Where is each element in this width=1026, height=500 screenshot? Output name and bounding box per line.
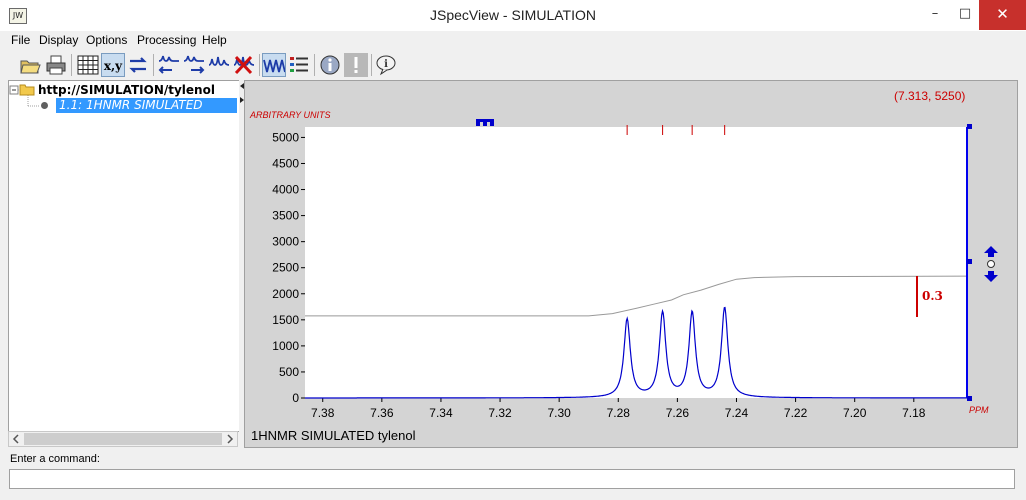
spectrum-icon (263, 59, 286, 73)
peak-marks (626, 125, 726, 135)
coordinates-button[interactable]: x,y (101, 53, 125, 77)
svg-text:i: i (384, 59, 388, 70)
menu-help[interactable]: Help (202, 33, 227, 47)
x-tick-label: 7.38 (311, 406, 335, 420)
menu-display[interactable]: Display (39, 33, 78, 47)
y-tick-label: 3500 (272, 209, 299, 223)
exclamation-icon (354, 57, 358, 73)
spectrum-series (305, 275, 968, 399)
scroll-right-icon[interactable] (226, 434, 234, 444)
toolbar-separator (153, 54, 154, 76)
y-tick-label: 0 (292, 391, 299, 405)
x-tick-label: 7.32 (488, 406, 512, 420)
print-icon (46, 55, 66, 75)
toolbar-separator (314, 54, 315, 76)
split-icon (183, 55, 205, 74)
spectrum-peak (661, 312, 664, 315)
scrollbar-thumb[interactable] (24, 433, 222, 445)
x-tick-label: 7.34 (429, 406, 453, 420)
folder-icon (19, 84, 35, 96)
list-button[interactable] (287, 53, 311, 77)
scale-up-icon[interactable] (984, 246, 998, 257)
nmr-chart[interactable]: 0 500 1000 1500 2000 2500 3000 3500 4000 4500 5000… (244, 80, 1018, 448)
scale-reset-icon[interactable] (987, 260, 995, 268)
y-tick-label: 3000 (272, 235, 299, 249)
zoom-handle-mid[interactable] (967, 259, 972, 264)
open-button[interactable] (18, 53, 42, 77)
x-tick-label: 7.28 (607, 406, 631, 420)
menu-file[interactable]: File (11, 33, 30, 47)
spectrum-line (305, 306, 967, 399)
x-tick-label: 7.36 (370, 406, 394, 420)
spectrum-peak (723, 307, 726, 310)
x-tick-label: 7.30 (547, 406, 571, 420)
spectrum-peak (626, 319, 628, 321)
y-axis-ticks: 0 500 1000 1500 2000 2500 3000 3500 4000 4500 5000 (272, 130, 305, 405)
print-button[interactable] (44, 53, 68, 77)
spectrum-button[interactable] (262, 53, 286, 77)
coordinates-icon: x,y (104, 59, 123, 73)
zoom-handle-top[interactable] (967, 124, 972, 129)
reverse-button[interactable] (126, 53, 150, 77)
y-tick-label: 500 (279, 365, 299, 379)
toolbar-separator (71, 54, 72, 76)
menu-processing[interactable]: Processing (137, 33, 196, 47)
integrate-button[interactable] (207, 53, 231, 77)
peak-pick-icon[interactable] (476, 119, 494, 126)
tree-root[interactable]: http://SIMULATION/tylenol (38, 83, 215, 97)
zoom-handle-bottom[interactable] (967, 396, 972, 401)
y-tick-label: 4500 (272, 156, 299, 170)
overlay-button[interactable] (157, 53, 181, 77)
warning-button[interactable] (344, 53, 368, 77)
integrate-icon (208, 56, 230, 66)
command-input[interactable] (9, 469, 1015, 489)
split-button[interactable] (182, 53, 206, 77)
open-icon (20, 60, 41, 74)
scale-down-icon[interactable] (984, 271, 998, 282)
x-tick-label: 7.22 (784, 406, 808, 420)
delete-icon (233, 55, 255, 75)
command-label: Enter a command: (10, 453, 100, 465)
y-tick-label: 1000 (272, 339, 299, 353)
list-icon (290, 57, 308, 72)
overlay-icon (158, 55, 179, 74)
info-button[interactable] (318, 53, 342, 77)
close-button[interactable]: ✕ (979, 0, 1026, 30)
x-tick-label: 7.18 (902, 406, 926, 420)
minimize-button[interactable]: – (918, 0, 952, 30)
y-tick-label: 2500 (272, 261, 299, 275)
spectra-tree[interactable] (8, 80, 240, 432)
x-tick-label: 7.26 (666, 406, 690, 420)
reverse-icon (129, 57, 147, 73)
grid-icon (77, 55, 99, 75)
info-icon (320, 55, 340, 75)
toolbar-separator (259, 54, 260, 76)
tree-item-spectrum[interactable]: 1.1: 1HNMR SIMULATED tylenol (56, 98, 237, 127)
x-axis-ticks: 7.38 7.36 7.34 7.32 7.30 7.28 7.26 7.24 7.22 7.20… (311, 398, 926, 420)
menu-options[interactable]: Options (86, 33, 127, 47)
scroll-left-icon[interactable] (12, 434, 20, 444)
x-tick-label: 7.20 (843, 406, 867, 420)
spectrum-peak (691, 312, 693, 315)
y-tick-label: 4000 (272, 183, 299, 197)
help-icon: i (376, 55, 396, 76)
toolbar-separator (371, 54, 372, 76)
integral-curve (305, 275, 968, 317)
window-title: JSpecView - SIMULATION (430, 7, 596, 23)
leaf-dot-icon (41, 102, 48, 109)
coordinates-label: x,y (104, 59, 123, 73)
delete-integration-button[interactable] (232, 53, 256, 77)
y-tick-label: 2000 (272, 287, 299, 301)
y-tick-label: 5000 (272, 130, 299, 144)
grid-button[interactable] (76, 53, 100, 77)
maximize-button[interactable]: □ (948, 0, 982, 30)
help-button[interactable]: i (374, 53, 398, 77)
x-tick-label: 7.24 (725, 406, 749, 420)
y-tick-label: 1500 (272, 313, 299, 327)
